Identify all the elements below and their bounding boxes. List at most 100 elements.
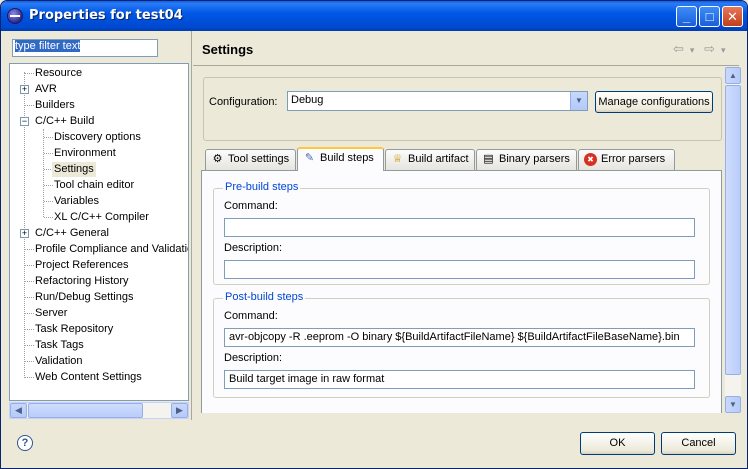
manage-configurations-button[interactable]: Manage configurations <box>595 91 713 113</box>
filter-input[interactable]: type filter text <box>12 39 158 57</box>
scroll-thumb[interactable] <box>28 403 143 418</box>
scroll-down-icon[interactable]: ▼ <box>725 396 741 413</box>
settings-content: Configuration: Debug ▼ Manage configurat… <box>193 67 725 413</box>
pre-build-command-input[interactable] <box>224 218 695 237</box>
property-tree[interactable]: + − + Resource AVR Builders C/C++ Build … <box>9 63 189 401</box>
post-build-group: Post-build steps Command: avr-objcopy -R… <box>213 291 710 398</box>
scroll-left-icon[interactable]: ◀ <box>10 403 27 418</box>
pre-build-group: Pre-build steps Command: Description: <box>213 181 710 285</box>
configuration-select[interactable]: Debug ▼ <box>287 91 588 111</box>
back-dropdown-icon[interactable]: ▾ <box>690 45 695 55</box>
tree-item-tool-chain-editor[interactable]: Tool chain editor <box>54 178 134 193</box>
post-build-description-input[interactable]: Build target image in raw format <box>224 370 695 389</box>
eclipse-icon <box>7 8 23 24</box>
tree-item-task-repository[interactable]: Task Repository <box>35 322 113 337</box>
configuration-value: Debug <box>291 94 324 106</box>
tab-tool-settings[interactable]: ⚙ Tool settings <box>205 149 296 170</box>
tree-connector <box>25 313 34 314</box>
expand-icon[interactable]: + <box>20 229 29 238</box>
content-vertical-scrollbar[interactable]: ▲ ▼ <box>725 67 741 413</box>
forward-dropdown-icon[interactable]: ▾ <box>721 45 726 55</box>
tab-label: Build artifact <box>408 153 469 165</box>
configuration-group: Configuration: Debug ▼ Manage configurat… <box>203 77 722 141</box>
tree-item-xl-compiler[interactable]: XL C/C++ Compiler <box>54 210 149 225</box>
post-build-title: Post-build steps <box>223 291 306 303</box>
scroll-up-icon[interactable]: ▲ <box>725 67 741 84</box>
tab-build-steps[interactable]: ✎ Build steps <box>297 147 384 171</box>
pre-build-command-label: Command: <box>224 200 278 212</box>
collapse-icon[interactable]: − <box>20 117 29 126</box>
build-steps-panel: Pre-build steps Command: Description: Po… <box>201 170 722 413</box>
pre-build-description-label: Description: <box>224 242 283 254</box>
cancel-button[interactable]: Cancel <box>661 432 736 455</box>
tree-connector <box>44 153 53 154</box>
tree-connector <box>25 249 34 250</box>
tree-item-server[interactable]: Server <box>35 306 67 321</box>
post-build-description-label: Description: <box>224 352 283 364</box>
tree-item-builders[interactable]: Builders <box>35 98 75 113</box>
tree-connector <box>25 105 34 106</box>
tree-connector <box>25 377 34 378</box>
window-title: Properties for test04 <box>29 8 183 23</box>
expand-icon[interactable]: + <box>20 85 29 94</box>
page-title: Settings <box>202 42 254 57</box>
header-separator <box>193 65 739 66</box>
build-steps-icon: ✎ <box>304 152 315 164</box>
tree-connector <box>44 185 53 186</box>
chevron-down-icon[interactable]: ▼ <box>570 92 587 110</box>
tree-connector <box>44 137 53 138</box>
maximize-button[interactable]: □ <box>699 6 720 27</box>
close-button[interactable]: ✕ <box>722 6 743 27</box>
panel-splitter[interactable] <box>191 31 192 420</box>
tree-item-discovery-options[interactable]: Discovery options <box>54 130 141 145</box>
configuration-label: Configuration: <box>209 96 278 108</box>
tab-label: Binary parsers <box>499 153 570 165</box>
tab-label: Error parsers <box>601 153 666 165</box>
tree-connector <box>44 217 53 218</box>
tree-item-cpp-build[interactable]: C/C++ Build <box>35 114 94 129</box>
post-build-command-input[interactable]: avr-objcopy -R .eeprom -O binary ${Build… <box>224 328 695 347</box>
tree-connector <box>25 281 34 282</box>
tree-item-refactoring-history[interactable]: Refactoring History <box>35 274 129 289</box>
post-build-command-label: Command: <box>224 310 278 322</box>
error-parsers-icon: ✖ <box>584 153 597 166</box>
back-icon[interactable]: ⇦ <box>673 41 684 56</box>
tree-item-profile-compliance[interactable]: Profile Compliance and Validatic <box>35 242 188 257</box>
tab-binary-parsers[interactable]: ▤ Binary parsers <box>476 149 577 170</box>
tree-connector <box>25 265 34 266</box>
tree-item-variables[interactable]: Variables <box>54 194 99 209</box>
help-icon[interactable]: ? <box>17 435 33 451</box>
history-navigation: ⇦ ▾ ⇨ ▾ <box>673 41 732 57</box>
forward-icon[interactable]: ⇨ <box>704 41 715 56</box>
tree-item-validation[interactable]: Validation <box>35 354 83 369</box>
build-artifact-icon: ♕ <box>392 153 403 165</box>
tree-connector <box>25 73 34 74</box>
tool-settings-icon: ⚙ <box>212 153 223 165</box>
minimize-button[interactable]: _ <box>676 6 697 27</box>
tab-build-artifact[interactable]: ♕ Build artifact <box>385 149 475 170</box>
ok-button[interactable]: OK <box>580 432 655 455</box>
tree-item-avr[interactable]: AVR <box>35 82 57 97</box>
tree-horizontal-scrollbar[interactable]: ◀ ▶ <box>9 402 189 419</box>
tree-connector <box>25 361 34 362</box>
title-bar[interactable]: Properties for test04 _ □ ✕ <box>1 1 747 31</box>
tree-item-resource[interactable]: Resource <box>35 66 82 81</box>
tab-label: Tool settings <box>228 153 290 165</box>
scroll-right-icon[interactable]: ▶ <box>171 403 188 418</box>
tree-guide-line <box>43 129 44 217</box>
properties-dialog: Properties for test04 _ □ ✕ type filter … <box>0 0 748 469</box>
tree-item-environment[interactable]: Environment <box>54 146 116 161</box>
binary-parsers-icon: ▤ <box>483 153 494 165</box>
tree-item-cpp-general[interactable]: C/C++ General <box>35 226 109 241</box>
filter-text: type filter text <box>15 40 81 52</box>
pre-build-title: Pre-build steps <box>223 181 301 193</box>
tab-error-parsers[interactable]: ✖ Error parsers <box>578 149 675 170</box>
tree-connector <box>25 297 34 298</box>
tree-item-task-tags[interactable]: Task Tags <box>35 338 84 353</box>
scroll-thumb[interactable] <box>725 85 741 375</box>
pre-build-description-input[interactable] <box>224 260 695 279</box>
tree-item-project-references[interactable]: Project References <box>35 258 129 273</box>
tree-item-web-content-settings[interactable]: Web Content Settings <box>35 370 142 385</box>
tree-item-run-debug-settings[interactable]: Run/Debug Settings <box>35 290 133 305</box>
tree-item-settings[interactable]: Settings <box>52 162 96 177</box>
